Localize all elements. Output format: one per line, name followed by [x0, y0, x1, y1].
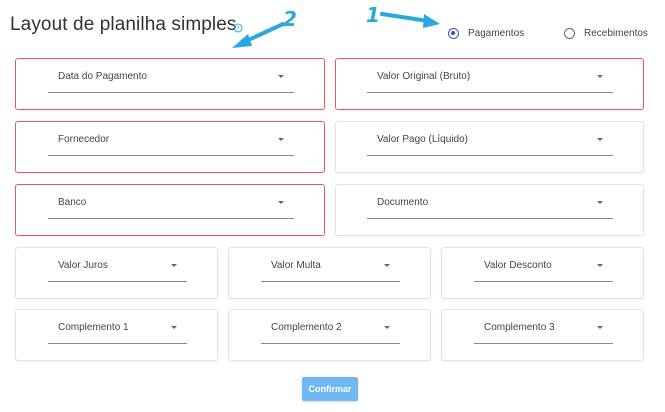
select-label: Valor Original (Bruto) — [377, 71, 471, 82]
select-valor-original[interactable]: Valor Original (Bruto) — [367, 71, 613, 93]
chevron-down-icon — [384, 326, 390, 329]
chevron-down-icon — [597, 264, 603, 267]
radio-pagamentos[interactable]: Pagamentos — [448, 25, 524, 41]
field-card-complemento-3: Complemento 3 — [441, 309, 644, 361]
radio-label-pagamentos: Pagamentos — [468, 27, 525, 39]
select-fornecedor[interactable]: Fornecedor — [48, 134, 294, 156]
field-card-documento: Documento — [335, 184, 644, 236]
select-label: Complemento 1 — [58, 322, 129, 333]
select-complemento-2[interactable]: Complemento 2 — [261, 322, 400, 344]
confirm-button[interactable]: Confirmar — [302, 377, 358, 401]
field-card-valor-juros: Valor Juros — [15, 247, 218, 299]
select-label: Valor Pago (Líquido) — [377, 134, 468, 145]
chevron-down-icon — [171, 264, 177, 267]
annotation-arrow-1 — [380, 12, 440, 28]
field-card-valor-desconto: Valor Desconto — [441, 247, 644, 299]
select-label: Documento — [377, 197, 429, 208]
select-label: Complemento 2 — [271, 322, 342, 333]
select-label: Data do Pagamento — [58, 71, 147, 82]
radio-recebimentos[interactable]: Recebimentos — [564, 25, 648, 41]
field-card-data-pagamento: Data do Pagamento — [15, 58, 325, 110]
field-card-complemento-2: Complemento 2 — [228, 309, 431, 361]
select-label: Valor Multa — [271, 260, 321, 271]
select-data-pagamento[interactable]: Data do Pagamento — [48, 71, 294, 93]
select-valor-pago[interactable]: Valor Pago (Líquido) — [367, 134, 613, 156]
chevron-down-icon — [597, 201, 603, 204]
select-valor-desconto[interactable]: Valor Desconto — [474, 260, 613, 282]
select-label: Fornecedor — [58, 134, 110, 145]
chevron-down-icon — [597, 75, 603, 78]
select-label: Banco — [58, 197, 87, 208]
select-valor-juros[interactable]: Valor Juros — [48, 260, 187, 282]
field-card-valor-pago: Valor Pago (Líquido) — [335, 121, 644, 173]
select-label: Valor Juros — [58, 260, 108, 271]
page-title: Layout de planilha simples — [10, 14, 237, 35]
chevron-down-icon — [278, 75, 284, 78]
select-complemento-1[interactable]: Complemento 1 — [48, 322, 187, 344]
chevron-down-icon — [278, 201, 284, 204]
annotation-arrow-2 — [232, 22, 285, 48]
radio-unchecked-icon[interactable] — [564, 27, 575, 39]
radio-label-recebimentos: Recebimentos — [584, 27, 648, 39]
field-card-complemento-1: Complemento 1 — [15, 309, 218, 361]
radio-checked-icon[interactable] — [448, 27, 459, 39]
field-card-valor-multa: Valor Multa — [228, 247, 431, 299]
chevron-down-icon — [597, 326, 603, 329]
field-card-banco: Banco — [15, 184, 325, 236]
field-card-valor-original: Valor Original (Bruto) — [335, 58, 644, 110]
chevron-down-icon — [597, 138, 603, 141]
select-documento[interactable]: Documento — [367, 197, 613, 219]
chevron-down-icon — [278, 138, 284, 141]
chevron-down-icon — [171, 326, 177, 329]
chevron-down-icon — [384, 264, 390, 267]
field-card-fornecedor: Fornecedor — [15, 121, 325, 173]
select-complemento-3[interactable]: Complemento 3 — [474, 322, 613, 344]
select-label: Valor Desconto — [484, 260, 552, 271]
select-label: Complemento 3 — [484, 322, 555, 333]
select-banco[interactable]: Banco — [48, 197, 294, 219]
select-valor-multa[interactable]: Valor Multa — [261, 260, 400, 282]
